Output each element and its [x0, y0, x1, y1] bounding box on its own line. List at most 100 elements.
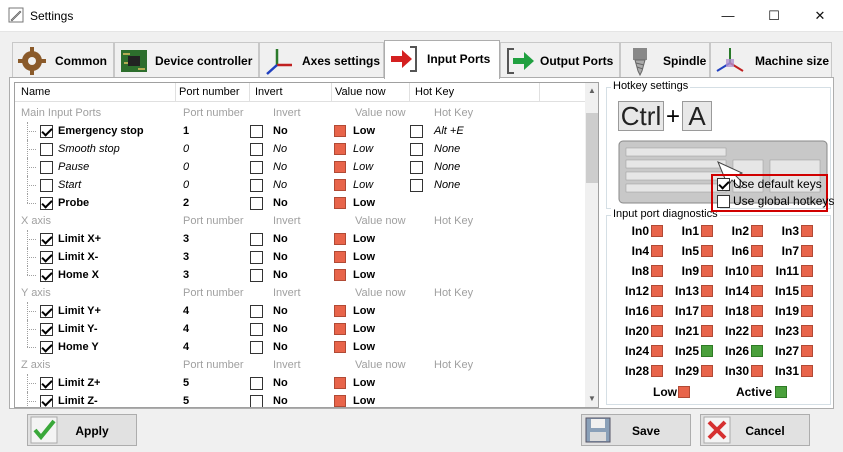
input-ports-panel: Name Port number Invert Value now Hot Ke… [9, 77, 834, 409]
diag-input-indicator [751, 245, 763, 257]
settings-app-icon [8, 7, 24, 23]
invert-checkbox[interactable] [250, 251, 263, 264]
table-row[interactable]: Limit Z+ 5 No Low [15, 374, 585, 392]
low-indicator [334, 341, 346, 353]
enable-checkbox[interactable] [40, 161, 53, 174]
group-header-main: Main Input Ports Port number Invert Valu… [21, 107, 474, 119]
use-global-hotkeys-label[interactable]: Use global hotkeys [733, 194, 834, 208]
table-row[interactable]: Start 0 No Low None [15, 176, 585, 194]
title-bar: Settings — ☐ ✕ [0, 0, 843, 32]
table-row[interactable]: Limit Y+ 4 No Low [15, 302, 585, 320]
invert-checkbox[interactable] [250, 143, 263, 156]
table-row[interactable]: Limit Y- 4 No Low [15, 320, 585, 338]
invert-checkbox[interactable] [250, 377, 263, 390]
machine-size-icon [716, 48, 744, 72]
tab-input-ports[interactable]: Input Ports [384, 40, 500, 79]
diag-input-label: In5 [681, 244, 699, 258]
input-arrow-icon [391, 46, 417, 72]
diag-input-indicator [801, 365, 813, 377]
hotkey-checkbox[interactable] [410, 125, 423, 138]
diag-input-label: In7 [781, 244, 799, 258]
enable-checkbox[interactable] [40, 143, 53, 156]
diag-input-indicator [751, 285, 763, 297]
spindle-icon [633, 48, 647, 77]
close-button[interactable]: ✕ [797, 0, 843, 32]
col-header-value: Value now [335, 86, 386, 98]
tab-machine-size[interactable]: Machine size [710, 42, 832, 78]
enable-checkbox[interactable] [40, 305, 53, 318]
diag-input-label: In2 [731, 224, 749, 238]
invert-checkbox[interactable] [250, 125, 263, 138]
minimize-button[interactable]: — [705, 0, 751, 32]
maximize-button[interactable]: ☐ [751, 0, 797, 32]
group-header-x: X axis Port number Invert Value now Hot … [21, 215, 474, 227]
table-row[interactable]: Smooth stop 0 No Low None [15, 140, 585, 158]
enable-checkbox[interactable] [40, 251, 53, 264]
enable-checkbox[interactable] [40, 179, 53, 192]
diag-input-label: In28 [624, 364, 649, 378]
tab-spindle[interactable]: Spindle [620, 42, 710, 78]
invert-checkbox[interactable] [250, 161, 263, 174]
input-port-diagnostics-group: Input port diagnostics In0 In1 In2 In3 In4 In… [606, 208, 831, 405]
tab-machine-size-label: Machine size [755, 54, 830, 68]
table-row[interactable]: Home Y 4 No Low [15, 338, 585, 356]
save-button[interactable]: Save [581, 414, 691, 446]
hotkey-checkbox[interactable] [410, 179, 423, 192]
enable-checkbox[interactable] [40, 377, 53, 390]
diag-input-label: In3 [781, 224, 799, 238]
enable-checkbox[interactable] [40, 269, 53, 282]
invert-checkbox[interactable] [250, 341, 263, 354]
diag-input-indicator [651, 285, 663, 297]
tab-common-label: Common [55, 54, 107, 68]
invert-checkbox[interactable] [250, 179, 263, 192]
tab-spindle-label: Spindle [663, 54, 707, 68]
diag-input-indicator [651, 365, 663, 377]
use-default-keys-label[interactable]: Use default keys [733, 177, 822, 191]
invert-checkbox[interactable] [250, 395, 263, 407]
use-global-hotkeys-checkbox[interactable] [717, 195, 730, 208]
hotkey-checkbox[interactable] [410, 161, 423, 174]
table-row[interactable]: Limit Z- 5 No Low [15, 392, 585, 407]
tab-common[interactable]: Common [12, 42, 114, 78]
scroll-thumb[interactable] [586, 113, 598, 183]
scroll-down-icon[interactable]: ▼ [585, 391, 598, 407]
enable-checkbox[interactable] [40, 395, 53, 407]
table-row[interactable]: Probe 2 No Low [15, 194, 585, 212]
low-indicator [334, 143, 346, 155]
grid-scrollbar[interactable]: ▲ ▼ [585, 83, 598, 407]
scroll-up-icon[interactable]: ▲ [585, 83, 598, 99]
input-ports-grid: Name Port number Invert Value now Hot Ke… [14, 82, 599, 408]
enable-checkbox[interactable] [40, 233, 53, 246]
enable-checkbox[interactable] [40, 125, 53, 138]
cancel-button[interactable]: Cancel [700, 414, 810, 446]
diag-input-indicator [651, 245, 663, 257]
diag-input-label: In23 [774, 324, 799, 338]
invert-checkbox[interactable] [250, 269, 263, 282]
tab-device-controller[interactable]: Device controller [114, 42, 259, 78]
table-row[interactable]: Limit X+ 3 No Low [15, 230, 585, 248]
diag-input-label: In11 [775, 264, 799, 278]
diag-input-indicator [651, 265, 663, 277]
table-row[interactable]: Home X 3 No Low [15, 266, 585, 284]
diag-input-label: In4 [631, 244, 649, 258]
enable-checkbox[interactable] [40, 197, 53, 210]
tab-output-ports[interactable]: Output Ports [500, 42, 620, 78]
table-row[interactable]: Limit X- 3 No Low [15, 248, 585, 266]
tab-axes-settings[interactable]: Axes settings [259, 42, 384, 78]
invert-checkbox[interactable] [250, 197, 263, 210]
diag-input-label: In10 [724, 264, 749, 278]
invert-checkbox[interactable] [250, 323, 263, 336]
hotkey-checkbox[interactable] [410, 143, 423, 156]
table-row[interactable]: Emergency stop 1 No Low Alt +E [15, 122, 585, 140]
enable-checkbox[interactable] [40, 341, 53, 354]
use-default-keys-checkbox[interactable] [717, 178, 730, 191]
diag-input-label: In21 [674, 324, 699, 338]
invert-checkbox[interactable] [250, 233, 263, 246]
diag-input-indicator [701, 225, 713, 237]
diag-input-indicator [701, 305, 713, 317]
invert-checkbox[interactable] [250, 305, 263, 318]
enable-checkbox[interactable] [40, 323, 53, 336]
table-row[interactable]: Pause 0 No Low None [15, 158, 585, 176]
apply-button[interactable]: Apply [27, 414, 137, 446]
low-indicator [334, 251, 346, 263]
